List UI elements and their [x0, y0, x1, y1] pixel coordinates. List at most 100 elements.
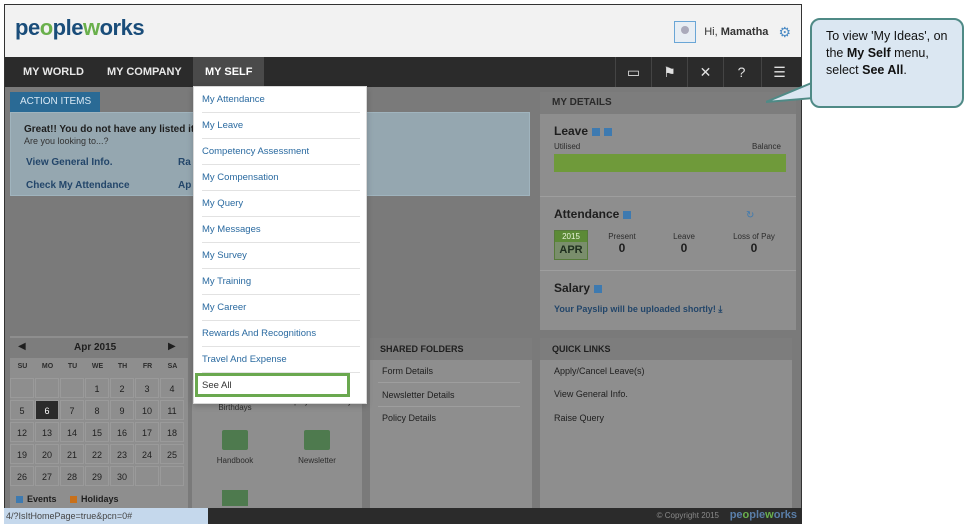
weekday-label: WE	[91, 363, 104, 370]
shared-folder-item[interactable]: Policy Details	[382, 413, 436, 423]
calendar-day[interactable]: 4	[160, 378, 184, 398]
link-view-general-info[interactable]: View General Info.	[26, 157, 113, 168]
menu-item-my-messages[interactable]: My Messages	[202, 217, 360, 243]
peopleworks-logo[interactable]: peopleworks	[15, 15, 145, 41]
menu-item-my-compensation[interactable]: My Compensation	[202, 165, 360, 191]
main-nav: MY WORLD MY COMPANY MY SELF ▭ ⚑ ✕ ? ☰	[5, 57, 801, 87]
payslip-message[interactable]: Your Payslip will be uploaded shortly! ⤓	[554, 304, 722, 315]
calendar-title: Apr 2015	[74, 342, 117, 353]
quick-link-item[interactable]: Raise Query	[554, 413, 604, 423]
menu-item-my-query[interactable]: My Query	[202, 191, 360, 217]
refresh-icon[interactable]: ↻	[746, 210, 754, 221]
calendar-day[interactable]: 11	[160, 400, 184, 420]
link-ra[interactable]: Ra	[178, 157, 191, 168]
status-url: 4/?IsItHomePage=true&pcn=0#	[4, 508, 208, 524]
calendar-day[interactable]: 19	[10, 444, 34, 464]
attendance-leave: Leave 0	[673, 232, 695, 255]
avatar[interactable]	[674, 21, 697, 43]
quick-link-item[interactable]: View General Info.	[554, 389, 628, 399]
quick-link-item[interactable]: Apply/Cancel Leave(s)	[554, 366, 645, 376]
calendar-day[interactable]: 27	[35, 466, 59, 486]
tab-action-items[interactable]: ACTION ITEMS	[10, 92, 100, 112]
handbook-tile[interactable]: Handbook	[194, 430, 276, 465]
calendar-day[interactable]: 16	[110, 422, 134, 442]
calendar-day[interactable]: 28	[60, 466, 84, 486]
calendar-day[interactable]: 30	[110, 466, 134, 486]
shared-folder-item[interactable]: Newsletter Details	[382, 390, 455, 400]
attendance-present: Present 0	[608, 232, 636, 255]
weekday-label: FR	[142, 363, 153, 370]
menu-item-competency-assessment[interactable]: Competency Assessment	[202, 139, 360, 165]
divider	[540, 270, 796, 271]
calendar-day[interactable]: 10	[135, 400, 159, 420]
calendar-day[interactable]: 25	[160, 444, 184, 464]
menu-item-my-career[interactable]: My Career	[202, 295, 360, 321]
calendar-empty-cell	[10, 378, 34, 398]
help-icon[interactable]: ?	[723, 57, 759, 87]
nav-my-company[interactable]: MY COMPANY	[95, 57, 194, 87]
menu-item-travel-and-expense[interactable]: Travel And Expense	[202, 347, 360, 373]
gallery-icon[interactable]	[222, 490, 248, 506]
calendar-empty-cell	[60, 378, 84, 398]
calendar-day[interactable]: 2	[110, 378, 134, 398]
calendar-day[interactable]: 9	[110, 400, 134, 420]
chevron-right-icon[interactable]: ▶	[168, 341, 176, 352]
events-swatch	[16, 495, 23, 503]
weekday-label: TU	[67, 363, 78, 370]
newsletter-tile[interactable]: Newsletter	[276, 430, 358, 465]
birthdays-tile[interactable]: Birthdays	[194, 403, 276, 412]
calendar-legend-holidays: Holidays	[70, 494, 119, 504]
attendance-title: Attendance	[554, 207, 632, 221]
link-check-my-attendance[interactable]: Check My Attendance	[26, 180, 130, 191]
weekday-label: SA	[167, 363, 178, 370]
calendar-day[interactable]: 26	[10, 466, 34, 486]
calendar-day[interactable]: 7	[60, 400, 84, 420]
expand-icon[interactable]	[623, 210, 632, 219]
flag-icon[interactable]: ⚑	[651, 57, 687, 87]
shared-folder-item[interactable]: Form Details	[382, 366, 433, 376]
calendar-day[interactable]: 6	[35, 400, 59, 420]
book-icon[interactable]: ▭	[615, 57, 651, 87]
weekday-label: TH	[117, 363, 128, 370]
menu-item-my-survey[interactable]: My Survey	[202, 243, 360, 269]
calendar-day[interactable]: 24	[135, 444, 159, 464]
tools-icon[interactable]: ✕	[687, 57, 723, 87]
calendar-day[interactable]: 14	[60, 422, 84, 442]
my-self-dropdown: My Attendance My Leave Competency Assess…	[193, 86, 367, 404]
calendar-day[interactable]: 3	[135, 378, 159, 398]
calendar-day[interactable]: 8	[85, 400, 109, 420]
calendar-legend-events: Events	[16, 494, 57, 504]
download-icon[interactable]: ⤓	[718, 304, 722, 314]
link-ap[interactable]: Ap	[178, 180, 191, 191]
calendar-day[interactable]: 5	[10, 400, 34, 420]
calendar-day[interactable]: 17	[135, 422, 159, 442]
calendar-day[interactable]: 13	[35, 422, 59, 442]
calendar-day[interactable]: 20	[35, 444, 59, 464]
menu-item-rewards-and-recognitions[interactable]: Rewards And Recognitions	[202, 321, 360, 347]
user-area: Hi, Mamatha ⚙	[674, 21, 791, 43]
chevron-left-icon[interactable]: ◀	[18, 341, 26, 352]
expand-icon[interactable]	[594, 284, 603, 293]
calendar-day[interactable]: 15	[85, 422, 109, 442]
calendar-day[interactable]: 12	[10, 422, 34, 442]
greeting-text: Hi,	[704, 26, 718, 38]
menu-item-my-attendance[interactable]: My Attendance	[202, 87, 360, 113]
gear-icon[interactable]: ⚙	[778, 24, 791, 41]
attendance-month-badge: 2015 APR	[554, 230, 588, 260]
calendar-day[interactable]: 21	[60, 444, 84, 464]
shared-folders-header: SHARED FOLDERS	[370, 338, 532, 360]
calendar-empty-cell	[35, 378, 59, 398]
expand-icon[interactable]	[592, 127, 601, 136]
calendar-day[interactable]: 18	[160, 422, 184, 442]
menu-item-my-leave[interactable]: My Leave	[202, 113, 360, 139]
expand-icon[interactable]	[604, 127, 613, 136]
nav-my-world[interactable]: MY WORLD	[11, 57, 96, 87]
calendar-day[interactable]: 22	[85, 444, 109, 464]
nav-my-self[interactable]: MY SELF	[193, 57, 265, 87]
menu-item-my-training[interactable]: My Training	[202, 269, 360, 295]
divider	[378, 382, 520, 383]
calendar-day[interactable]: 29	[85, 466, 109, 486]
calendar-day[interactable]: 1	[85, 378, 109, 398]
instruction-callout: To view 'My Ideas', on the My Self menu,…	[810, 18, 964, 108]
calendar-day[interactable]: 23	[110, 444, 134, 464]
